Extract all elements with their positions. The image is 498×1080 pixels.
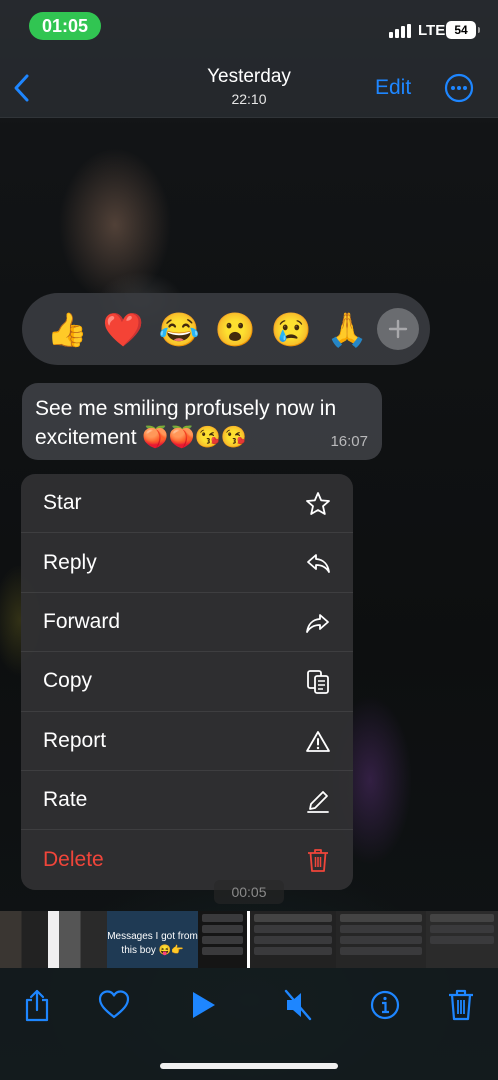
menu-item-label: Report	[43, 728, 107, 752]
status-time: 01:05	[29, 12, 101, 40]
menu-item-label: Rate	[43, 788, 88, 812]
menu-item-report[interactable]: Report	[21, 712, 353, 771]
battery-icon: 54	[446, 21, 480, 39]
home-indicator	[160, 1063, 338, 1069]
battery-level: 54	[454, 23, 468, 37]
filmstrip-thumb[interactable]: Messages I got from this boy 😝👉	[107, 911, 198, 968]
page-title: Yesterday	[207, 66, 291, 87]
menu-item-label: Star	[43, 491, 82, 515]
reaction-thumbs-up[interactable]: 👍	[39, 313, 95, 346]
edit-button[interactable]: Edit	[375, 76, 411, 100]
menu-item-delete[interactable]: Delete	[21, 830, 353, 889]
reaction-bar: 👍 ❤️ 😂 😮 😢 🙏	[22, 293, 430, 365]
filmstrip-thumb-current[interactable]	[247, 911, 336, 968]
context-menu: Star Reply Forward Copy Report Rate Dele…	[21, 474, 353, 890]
menu-item-label: Copy	[43, 669, 93, 693]
forward-icon	[306, 613, 329, 633]
share-icon[interactable]	[22, 988, 52, 1022]
mute-icon[interactable]	[283, 988, 313, 1022]
signal-icon	[389, 24, 411, 38]
trash-icon	[308, 849, 328, 873]
menu-item-label: Forward	[43, 609, 121, 633]
menu-item-copy[interactable]: Copy	[21, 652, 353, 712]
thumb-caption: Messages I got from this boy 😝👉	[107, 930, 198, 956]
reaction-sad[interactable]: 😢	[263, 313, 319, 346]
reaction-heart[interactable]: ❤️	[95, 313, 151, 346]
play-icon[interactable]	[189, 988, 219, 1022]
reaction-surprised[interactable]: 😮	[207, 313, 263, 346]
network-label: LTE	[418, 22, 446, 39]
filmstrip-thumb[interactable]	[0, 911, 107, 968]
menu-item-forward[interactable]: Forward	[21, 593, 353, 653]
video-timestamp: 00:05	[214, 880, 284, 904]
filmstrip-thumb[interactable]	[198, 911, 247, 968]
menu-item-rate[interactable]: Rate	[21, 771, 353, 831]
more-options-icon[interactable]	[444, 73, 474, 103]
menu-item-star[interactable]: Star	[21, 474, 353, 534]
message-time: 16:07	[330, 433, 368, 450]
message-text: See me smiling profusely now in exciteme…	[35, 397, 337, 449]
filmstrip-thumb[interactable]	[426, 911, 498, 968]
copy-icon	[307, 670, 329, 695]
plus-icon	[388, 319, 408, 339]
filmstrip-thumb[interactable]	[336, 911, 426, 968]
reaction-pray[interactable]: 🙏	[319, 313, 375, 346]
warning-icon	[306, 730, 330, 752]
add-reaction-button[interactable]	[377, 308, 419, 350]
filmstrip[interactable]: Messages I got from this boy 😝👉	[0, 911, 498, 968]
pencil-icon	[307, 791, 329, 813]
message-bubble[interactable]: See me smiling profusely now in exciteme…	[22, 383, 382, 460]
page-subtitle: 22:10	[231, 91, 267, 107]
reply-icon	[307, 554, 330, 574]
menu-item-label: Delete	[43, 848, 104, 872]
menu-item-label: Reply	[43, 550, 97, 574]
heart-icon[interactable]	[98, 988, 130, 1022]
menu-item-reply[interactable]: Reply	[21, 533, 353, 593]
delete-icon[interactable]	[446, 988, 476, 1022]
star-icon	[306, 492, 330, 515]
info-icon[interactable]	[370, 988, 400, 1022]
reaction-laugh[interactable]: 😂	[151, 313, 207, 346]
